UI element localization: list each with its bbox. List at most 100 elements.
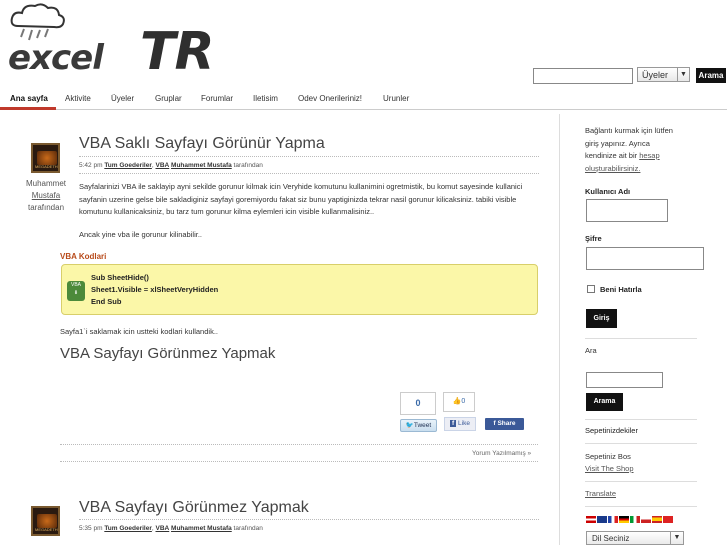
nav-item-members[interactable]: Üyeler [111,94,134,103]
facebook-icon: f [493,420,496,427]
header-search-button[interactable]: Arama [696,68,726,83]
meta-divider [79,173,539,174]
twitter-bird-icon: 🐦 [405,422,414,429]
post-meta: 5:42 pm Tum Goederiler, VBA Muhammet Mus… [79,162,263,169]
chevron-down-icon: ▼ [677,68,689,81]
code-block: VBA ⬇ Sub SheetHide() Sheet1.Visible = xl… [61,264,538,315]
tweet-button[interactable]: 🐦Tweet [400,419,437,432]
avatar-image [37,151,57,165]
post-title[interactable]: VBA Saklı Sayfayı Görünür Yapma [79,135,325,153]
cart-empty-text: Sepetiniz Bos [585,452,631,461]
flag-icon[interactable] [586,516,596,523]
avatar[interactable]: MEGADETH [31,143,60,173]
post-footer-divider [60,444,538,445]
flag-icon[interactable] [608,516,618,523]
avatar[interactable]: MEGADETH [31,506,60,536]
flag-icon[interactable] [619,516,629,523]
username-field[interactable] [586,199,668,222]
post-by: tarafından [233,525,263,532]
post-category-link[interactable]: VBA [156,525,170,532]
post-category-link[interactable]: Tum Goederiler [104,525,152,532]
sidebar-search-button[interactable]: Arama [586,393,623,411]
logo-wordmark: excel TR [8,22,215,82]
vba-icon-label: VBA [70,282,81,288]
login-intro-line: Bağlantı kurmak için lütfen [585,126,673,135]
code-line: Sub SheetHide() [91,273,149,282]
comments-link[interactable]: Yorum Yazılmamış » [472,450,531,457]
post-author-side: Muhammet Mustafa tarafından [20,178,72,214]
code-label: VBA Kodlari [60,252,107,261]
login-intro-line: giriş yapınız. Ayrıca [585,138,650,148]
language-select-value: Dil Seciniz [592,534,630,543]
post-meta: 5:35 pm Tum Goederiler, VBA Muhammet Mus… [79,525,263,532]
sidebar-divider [585,506,697,507]
login-button[interactable]: Giriş [586,309,617,328]
language-flags [586,516,676,524]
nav-item-contact[interactable]: Iletisim [253,94,278,103]
remember-label: Beni Hatırla [600,285,642,294]
search-scope-value: Üyeler [642,70,669,80]
post-paragraph: Ancak yine vba ile gorunur kilinabilir.. [79,230,202,239]
sidebar-divider [585,338,697,339]
flag-icon[interactable] [663,516,673,523]
side-author-name-2[interactable]: Mustafa [20,190,72,202]
main-nav: Ana sayfa Aktivite Üyeler Gruplar Foruml… [0,88,727,110]
chevron-down-icon: ▼ [670,532,683,544]
password-label: Şifre [585,234,602,243]
avatar-label: MEGADETH [35,164,58,169]
related-post-link[interactable]: VBA Sayfayı Görünmez Yapmak [60,345,275,362]
site-logo[interactable]: excel TR [4,2,239,84]
sidebar-divider [585,443,697,444]
post-category-link[interactable]: VBA [156,162,170,169]
post-time: 5:35 pm [79,525,103,532]
like-count-value: 0 [461,398,466,405]
register-link[interactable]: oluşturabilirsiniz. [585,163,700,176]
language-select[interactable]: Dil Seciniz ▼ [586,531,684,545]
nav-item-home[interactable]: Ana sayfa [10,94,48,103]
facebook-like-button[interactable]: f Like [444,417,476,431]
flag-icon[interactable] [597,516,607,523]
flag-icon[interactable] [641,516,651,523]
flag-icon[interactable] [630,516,640,523]
sidebar-divider [585,481,697,482]
tweet-label: Tweet [413,422,432,429]
sidebar-search-input[interactable] [586,372,663,388]
login-intro-text: kendinize ait bir [585,151,640,160]
cart-heading: Sepetinizdekiler [585,426,638,435]
username-label: Kullanıcı Adı [585,187,631,196]
title-divider [79,519,539,520]
like-count[interactable]: 👍0 [443,392,475,412]
nav-item-forums[interactable]: Forumlar [201,94,233,103]
nav-item-products[interactable]: Urunler [383,94,409,103]
header-search-input[interactable] [533,68,633,84]
code-line: End Sub [91,297,122,306]
logo-tr-text: TR [140,22,215,82]
remember-checkbox[interactable] [587,285,595,293]
visit-shop-link[interactable]: Visit The Shop [585,463,634,476]
post-paragraph: Sayfalarinizi VBA ile saklayip ayni seki… [79,182,523,216]
password-field[interactable] [586,247,704,270]
nav-item-suggestions[interactable]: Odev Onerileriniz! [298,94,362,103]
register-link[interactable]: hesap [639,151,659,160]
login-intro-line: kendinize ait bir hesap [585,150,700,163]
share-count: 0 [400,392,436,415]
search-scope-select[interactable]: Üyeler ▼ [637,67,690,82]
facebook-share-label: Share [497,420,516,427]
post-author-link[interactable]: Muhammet Mustafa [171,525,232,532]
post-paragraph: Sayfa1`i saklamak icin ustteki kodlari k… [60,327,218,336]
login-intro: Bağlantı kurmak için lütfen giriş yapını… [585,125,700,175]
facebook-share-button[interactable]: f Share [485,418,524,430]
translate-link[interactable]: Translate [585,488,616,501]
logo-excel-text: excel [8,38,104,78]
post-title[interactable]: VBA Sayfayı Görünmez Yapmak [79,499,309,517]
nav-item-activity[interactable]: Aktivite [65,94,91,103]
side-author-by: tarafından [27,203,65,212]
nav-item-groups[interactable]: Gruplar [155,94,182,103]
side-author-name-1: Muhammet [25,179,66,188]
post-footer-divider [60,461,538,462]
facebook-like-label: Like [458,420,470,427]
post-author-link[interactable]: Muhammet Mustafa [171,162,232,169]
avatar-label: MEGADETH [35,527,58,532]
post-category-link[interactable]: Tum Goederiler [104,162,152,169]
flag-icon[interactable] [652,516,662,523]
